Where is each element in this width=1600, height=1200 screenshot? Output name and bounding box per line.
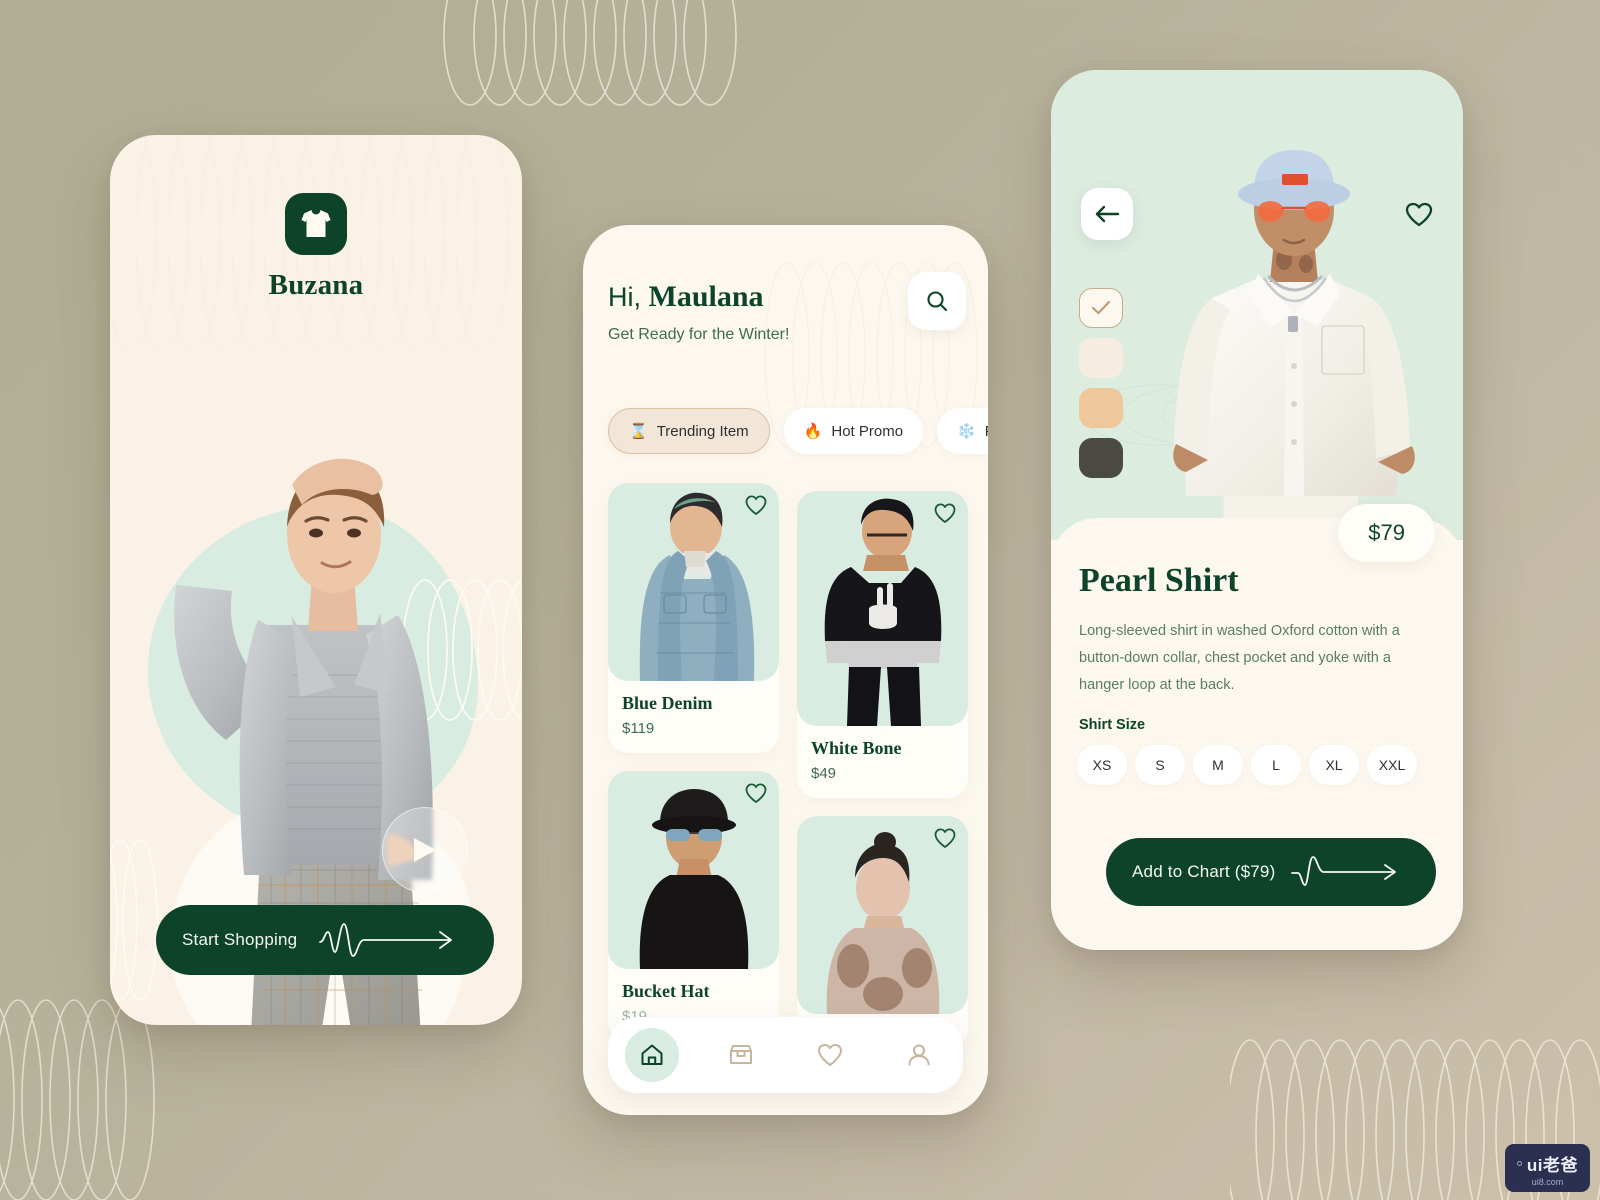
heart-icon[interactable] — [934, 828, 956, 849]
chip-label: Hot Promo — [831, 422, 904, 440]
tab-profile[interactable] — [892, 1028, 946, 1082]
home-subtitle: Get Ready for the Winter! — [608, 326, 790, 343]
add-to-chart-label: Add to Chart ($79) — [1132, 862, 1276, 881]
back-button[interactable] — [1081, 188, 1133, 240]
chip-for-winter[interactable]: ❄️ For W — [937, 408, 988, 454]
add-to-chart-button[interactable]: Add to Chart ($79) — [1106, 838, 1436, 906]
bottom-tab-bar — [608, 1017, 963, 1093]
chip-trending-item[interactable]: ⌛ Trending Item — [608, 408, 770, 454]
user-name: Maulana — [648, 280, 764, 313]
play-button[interactable] — [382, 807, 468, 893]
size-option-s[interactable]: S — [1135, 745, 1185, 785]
background-spiral-bottom-left — [0, 995, 200, 1200]
swatch-cream-selected[interactable] — [1079, 288, 1123, 328]
background-spiral-top — [440, 0, 770, 110]
tab-store[interactable] — [714, 1028, 768, 1082]
product-image-bucket-hat — [608, 771, 779, 969]
product-card-bucket-hat[interactable]: Bucket Hat $19 — [608, 771, 779, 1041]
search-icon — [927, 291, 948, 312]
chip-label: For W — [985, 423, 988, 440]
store-icon — [730, 1045, 753, 1064]
screen-product-detail: $79 Pearl Shirt Long-sleeved shirt in wa… — [1051, 70, 1463, 950]
size-option-xl[interactable]: XL — [1309, 745, 1359, 785]
user-icon — [908, 1044, 930, 1066]
product-card-topknot[interactable] — [797, 816, 968, 1048]
hourglass-icon: ⌛ — [629, 423, 648, 440]
chip-label: Trending Item — [656, 422, 749, 440]
start-shopping-label: Start Shopping — [182, 930, 298, 949]
snowflake-icon: ❄️ — [957, 423, 976, 440]
chip-hot-promo[interactable]: 🔥 Hot Promo — [783, 408, 924, 454]
pulse-arrow-icon — [319, 923, 452, 957]
category-chips: ⌛ Trending Item 🔥 Hot Promo ❄️ For W — [608, 408, 988, 454]
size-label: Shirt Size — [1079, 717, 1146, 733]
watermark: ui老爸 ui8.com — [1504, 1144, 1590, 1192]
start-shopping-button[interactable]: Start Shopping — [156, 905, 494, 975]
product-name: Blue Denim — [622, 693, 713, 713]
watermark-dot-icon — [1516, 1161, 1522, 1166]
tab-favorites[interactable] — [803, 1028, 857, 1082]
fire-icon: 🔥 — [803, 423, 823, 440]
swatch-tan[interactable] — [1079, 388, 1123, 428]
heart-icon — [817, 1043, 842, 1066]
size-options: XS S M L XL XXL — [1077, 745, 1417, 785]
home-header: Hi, Maulana Get Ready for the Winter! — [608, 272, 966, 344]
color-swatches — [1079, 288, 1123, 478]
size-option-xs[interactable]: XS — [1077, 745, 1127, 785]
screen-home: Hi, Maulana Get Ready for the Winter! ⌛ … — [583, 225, 988, 1115]
tab-home[interactable] — [625, 1028, 680, 1082]
product-card-white-bone[interactable]: White Bone $49 — [797, 491, 968, 798]
product-card-blue-denim[interactable]: Blue Denim $119 — [608, 483, 779, 753]
check-icon — [1091, 300, 1111, 315]
heart-icon[interactable] — [745, 495, 767, 516]
price-badge: $79 — [1338, 504, 1435, 562]
favorite-button[interactable] — [1405, 202, 1433, 228]
brand-block: Buzana — [110, 193, 522, 302]
arrow-left-icon — [1095, 205, 1120, 223]
greeting-prefix: Hi, — [608, 282, 641, 312]
swatch-beige[interactable] — [1079, 338, 1123, 378]
product-name: White Bone — [811, 738, 902, 758]
play-icon — [414, 838, 436, 862]
product-grid: Blue Denim $119 Bucket Hat White Bone $4… — [608, 483, 968, 1048]
product-name: Bucket Hat — [622, 981, 710, 1001]
size-option-m[interactable]: M — [1193, 745, 1243, 785]
heart-icon — [1405, 202, 1433, 227]
size-option-xxl[interactable]: XXL — [1367, 745, 1417, 785]
product-image-blue-denim — [608, 483, 779, 681]
product-title: Pearl Shirt — [1079, 562, 1239, 599]
swatch-dark[interactable] — [1079, 438, 1123, 478]
watermark-sub: ui8.com — [1531, 1177, 1564, 1187]
screen-onboarding: Buzana Start Shopping — [110, 135, 522, 1025]
tshirt-icon — [285, 193, 347, 255]
heart-icon[interactable] — [745, 783, 767, 804]
heart-icon[interactable] — [934, 503, 956, 524]
product-image-white-bone — [797, 491, 968, 726]
watermark-main: ui老爸 — [1526, 1156, 1578, 1175]
brand-name: Buzana — [268, 269, 364, 301]
product-image-topknot — [797, 816, 968, 1014]
product-price: $49 — [811, 765, 837, 782]
pulse-arrow-icon — [1291, 856, 1396, 886]
product-price: $119 — [622, 720, 655, 737]
search-button[interactable] — [908, 272, 966, 330]
size-option-l[interactable]: L — [1251, 745, 1301, 785]
home-icon — [641, 1044, 663, 1065]
product-description: Long-sleeved shirt in washed Oxford cott… — [1079, 623, 1400, 693]
